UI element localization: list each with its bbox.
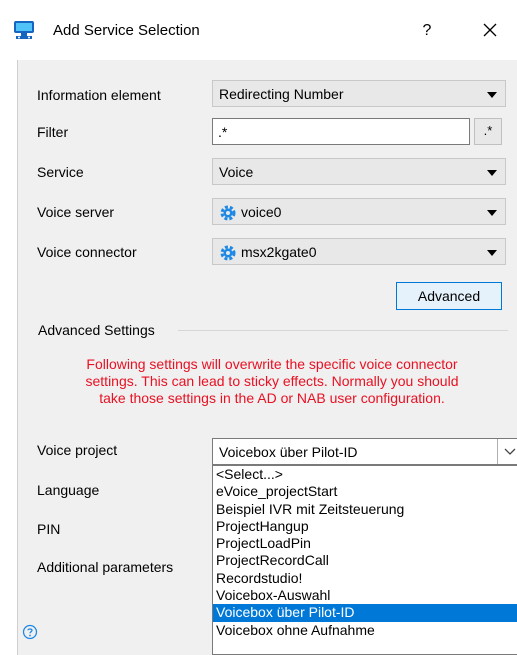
service-value: Voice: [219, 164, 254, 180]
information-element-label: Information element: [37, 87, 161, 103]
voice-project-select[interactable]: Voicebox über Pilot-ID: [212, 438, 517, 465]
close-icon: [483, 23, 497, 37]
dropdown-option[interactable]: ProjectLoadPin: [213, 535, 517, 552]
dropdown-option[interactable]: Beispiel IVR mit Zeitsteuerung: [213, 501, 517, 518]
voice-project-value: Voicebox über Pilot-ID: [219, 444, 358, 460]
chevron-down-icon: [487, 170, 497, 176]
regex-button[interactable]: .*: [474, 118, 502, 145]
voice-connector-select[interactable]: msx2kgate0: [212, 238, 506, 265]
advanced-settings-title: Advanced Settings: [38, 322, 155, 338]
window-title: Add Service Selection: [53, 22, 200, 39]
chevron-down-icon: [487, 92, 497, 98]
chevron-down-icon: [487, 250, 497, 256]
dropdown-option[interactable]: eVoice_projectStart: [213, 483, 517, 500]
dropdown-option-selected[interactable]: Voicebox über Pilot-ID: [213, 604, 517, 622]
voice-project-label: Voice project: [37, 442, 118, 458]
advanced-button[interactable]: Advanced: [396, 282, 502, 310]
dropdown-button[interactable]: [497, 439, 517, 464]
voice-server-value: voice0: [241, 204, 282, 220]
voice-connector-label: Voice connector: [37, 244, 137, 260]
service-select[interactable]: Voice: [212, 158, 506, 185]
help-icon[interactable]: [22, 624, 38, 640]
warning-line: take those settings in the AD or NAB use…: [99, 390, 445, 406]
group-divider: [178, 330, 508, 331]
filter-field[interactable]: [212, 118, 470, 145]
information-element-select[interactable]: Redirecting Number: [212, 80, 506, 107]
filter-label: Filter: [37, 124, 69, 140]
additional-parameters-label: Additional parameters: [37, 559, 174, 575]
voice-project-dropdown-list: <Select...> eVoice_projectStart Beispiel…: [212, 465, 517, 655]
warning-line: settings. This can lead to sticky effect…: [85, 373, 459, 389]
dropdown-option[interactable]: Voicebox-Auswahl: [213, 587, 517, 604]
dropdown-option[interactable]: ProjectHangup: [213, 518, 517, 535]
voice-server-select[interactable]: voice0: [212, 198, 506, 225]
pin-label: PIN: [37, 521, 61, 537]
service-label: Service: [37, 164, 84, 180]
gear-icon: [220, 205, 236, 221]
service-app-icon: [14, 21, 34, 39]
warning-text: Following settings will overwrite the sp…: [38, 356, 506, 407]
close-button[interactable]: [475, 16, 505, 44]
filter-input[interactable]: [213, 119, 469, 144]
voice-connector-value: msx2kgate0: [241, 244, 317, 260]
gear-icon: [220, 245, 236, 261]
dropdown-option[interactable]: ProjectRecordCall: [213, 552, 517, 569]
dropdown-option[interactable]: <Select...>: [213, 466, 517, 483]
warning-line: Following settings will overwrite the sp…: [86, 356, 458, 372]
help-button[interactable]: ?: [412, 18, 442, 44]
dropdown-option[interactable]: Voicebox ohne Aufnahme: [213, 622, 517, 639]
language-label: Language: [37, 482, 100, 498]
chevron-down-icon: [487, 210, 497, 216]
dropdown-option[interactable]: Recordstudio!: [213, 570, 517, 587]
dialog-body: Information element Redirecting Number F…: [17, 60, 517, 655]
title-bar: Add Service Selection ?: [0, 0, 517, 60]
voice-server-label: Voice server: [37, 204, 115, 220]
chevron-down-icon: [504, 448, 516, 455]
information-element-value: Redirecting Number: [219, 86, 344, 102]
